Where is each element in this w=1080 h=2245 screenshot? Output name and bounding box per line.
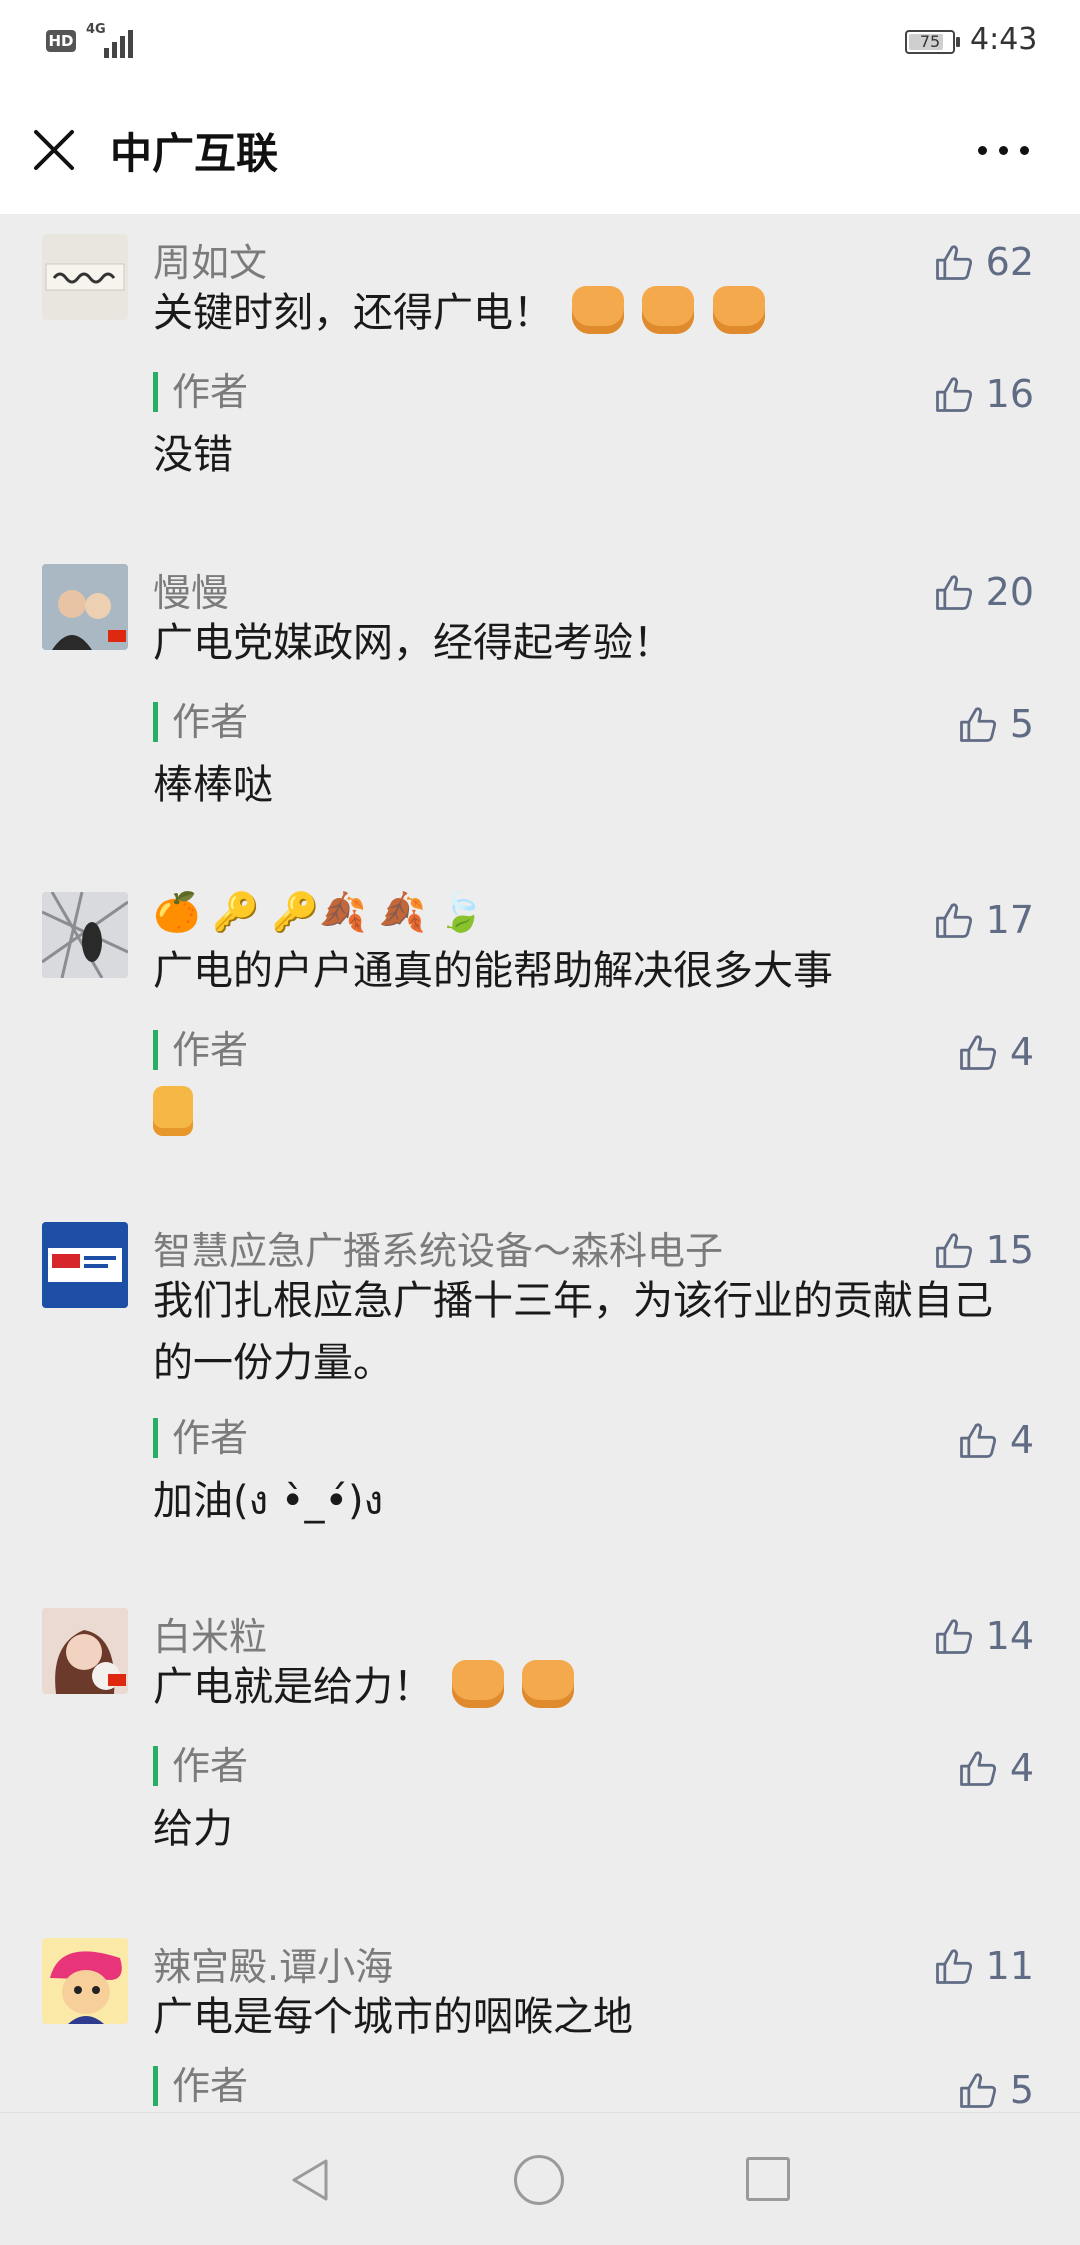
author-reply-text: 棒棒哒: [153, 762, 273, 808]
like-button[interactable]: 14: [932, 1612, 1034, 1660]
like-button[interactable]: 62: [932, 238, 1034, 286]
reply-like-button[interactable]: 16: [932, 370, 1034, 418]
thumbs-up-icon: [959, 1035, 996, 1070]
comment-text: 广电就是给力！: [153, 1656, 1013, 1718]
system-nav-bar: [0, 2112, 1080, 2245]
like-count: 17: [985, 898, 1034, 942]
thumbs-up-icon: [935, 377, 972, 412]
like-count: 16: [985, 372, 1034, 416]
rock-hand-emoji: [153, 1086, 193, 1136]
comment-author[interactable]: 慢慢: [153, 562, 229, 617]
reply-like-button[interactable]: 4: [956, 1028, 1034, 1076]
author-reply-text: 没错: [153, 432, 233, 478]
thumbs-up-icon: [959, 2073, 996, 2108]
like-button[interactable]: 11: [932, 1942, 1034, 1990]
title-bar: 中广互联: [0, 86, 1080, 214]
avatar[interactable]: [42, 1222, 128, 1308]
avatar[interactable]: [42, 1608, 128, 1694]
like-count: 5: [1009, 702, 1034, 746]
like-count: 14: [985, 1614, 1034, 1658]
avatar[interactable]: [42, 564, 128, 650]
comment-text: 广电是每个城市的咽喉之地: [153, 1994, 633, 2040]
like-count: 15: [985, 1228, 1034, 1272]
comment-list: 周如文 关键时刻，还得广电！ 62 作者 没错 16 慢慢 广电党媒政网，经得起…: [0, 214, 1080, 2112]
comment-author[interactable]: 辣宫殿.谭小海: [153, 1936, 393, 1991]
like-button[interactable]: 15: [932, 1226, 1034, 1274]
comment-text: 关键时刻，还得广电！: [153, 282, 1013, 344]
comment-text: 广电党媒政网，经得起考验！: [153, 620, 673, 666]
comment-author[interactable]: 白米粒: [153, 1606, 267, 1661]
hd-indicator: HD: [46, 30, 76, 52]
fist-emoji: [713, 286, 766, 334]
page-title: 中广互联: [110, 129, 279, 178]
author-reply-label: 作者: [153, 1418, 248, 1458]
comment-author[interactable]: 智慧应急广播系统设备～森科电子: [153, 1220, 723, 1275]
author-reply-label: 作者: [153, 372, 248, 412]
thumbs-up-icon: [935, 575, 972, 610]
author-reply-label: 作者: [153, 1030, 248, 1070]
thumbs-up-icon: [935, 1233, 972, 1268]
battery-tip: [956, 37, 960, 47]
reply-like-button[interactable]: 4: [956, 1416, 1034, 1464]
battery-icon: 75: [905, 30, 955, 54]
fist-emoji: [522, 1660, 575, 1708]
thumbs-up-icon: [959, 1751, 996, 1786]
like-count: 4: [1009, 1418, 1034, 1462]
close-icon[interactable]: [30, 126, 78, 174]
thumbs-up-icon: [935, 1619, 972, 1654]
comment-text: 我们扎根应急广播十三年，为该行业的贡献自己的一份力量。: [153, 1278, 993, 1386]
avatar[interactable]: [42, 892, 128, 978]
status-time: 4:43: [970, 22, 1038, 57]
author-reply-label: 作者: [153, 2066, 248, 2106]
status-bar: HD 4G 75 4:43: [0, 0, 1080, 86]
author-reply-text: [153, 1086, 193, 1146]
recent-apps-icon[interactable]: [746, 2157, 790, 2201]
like-count: 20: [985, 570, 1034, 614]
author-reply-label: 作者: [153, 702, 248, 742]
signal-icon: [104, 26, 140, 58]
thumbs-up-icon: [935, 1949, 972, 1984]
author-reply-text: 给力: [153, 1806, 233, 1852]
author-reply-label: 作者: [153, 1746, 248, 1786]
thumbs-up-icon: [959, 707, 996, 742]
fist-emoji: [451, 1660, 504, 1708]
home-icon[interactable]: [514, 2155, 564, 2205]
reply-like-button[interactable]: 5: [956, 700, 1034, 748]
back-icon[interactable]: [286, 2155, 336, 2205]
avatar[interactable]: [42, 1938, 128, 2024]
author-reply-text: 加油(ง •̀_•́)ง: [153, 1478, 384, 1524]
comment-text: 广电的户户通真的能帮助解决很多大事: [153, 948, 833, 994]
like-count: 5: [1009, 2068, 1034, 2112]
like-count: 11: [985, 1944, 1034, 1988]
like-count: 62: [985, 240, 1034, 284]
avatar[interactable]: [42, 234, 128, 320]
comment-author[interactable]: 🍊 🔑 🔑🍂 🍂 🍃: [153, 890, 485, 935]
like-button[interactable]: 20: [932, 568, 1034, 616]
network-type: 4G: [86, 22, 106, 37]
fist-emoji: [571, 286, 624, 334]
fist-emoji: [642, 286, 695, 334]
more-options-icon[interactable]: [976, 138, 1032, 162]
reply-like-button[interactable]: 4: [956, 1744, 1034, 1792]
like-count: 4: [1009, 1746, 1034, 1790]
thumbs-up-icon: [935, 245, 972, 280]
reply-like-button[interactable]: 5: [956, 2066, 1034, 2112]
like-button[interactable]: 17: [932, 896, 1034, 944]
comment-text-content: 广电就是给力！: [153, 1664, 433, 1710]
thumbs-up-icon: [935, 903, 972, 938]
comment-text-content: 关键时刻，还得广电！: [153, 290, 553, 336]
like-count: 4: [1009, 1030, 1034, 1074]
battery-level: 75: [919, 32, 941, 51]
thumbs-up-icon: [959, 1423, 996, 1458]
comment-author[interactable]: 周如文: [153, 232, 267, 287]
